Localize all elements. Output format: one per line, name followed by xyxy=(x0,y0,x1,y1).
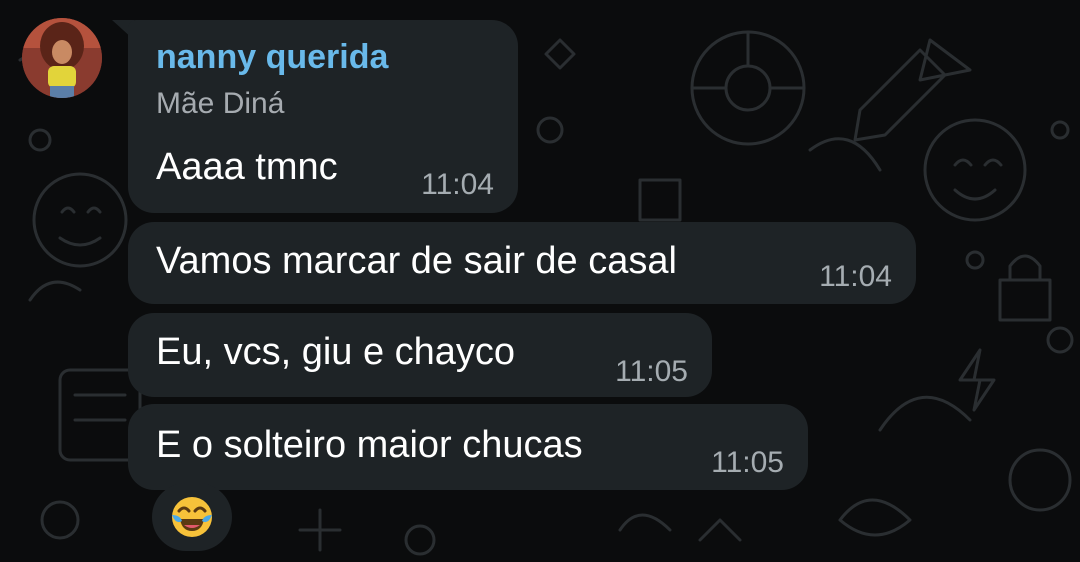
message-time: 11:05 xyxy=(711,446,784,479)
message-text: E o solteiro maior chucas xyxy=(156,424,583,466)
message-bubble[interactable]: E o solteiro maior chucas 11:05 xyxy=(128,404,808,490)
face-with-tears-of-joy-emoji-icon xyxy=(172,497,212,537)
message-bubble[interactable]: Eu, vcs, giu e chayco 11:05 xyxy=(128,313,712,397)
message-time: 11:04 xyxy=(421,168,494,201)
forwarded-from: Mãe Diná xyxy=(156,87,285,120)
message-text: Vamos marcar de sair de casal xyxy=(156,240,677,282)
message-time: 11:04 xyxy=(819,260,892,293)
message-time: 11:05 xyxy=(615,355,688,388)
message-bubble[interactable]: nanny querida Mãe Diná Aaaa tmnc 11:04 xyxy=(128,20,518,213)
message-text: Eu, vcs, giu e chayco xyxy=(156,331,516,373)
message-bubble[interactable]: Vamos marcar de sair de casal 11:04 xyxy=(128,222,916,304)
avatar[interactable] xyxy=(22,18,102,98)
message-text: Aaaa tmnc xyxy=(156,146,338,188)
sender-name[interactable]: nanny querida xyxy=(156,38,388,77)
avatar-image xyxy=(22,18,102,98)
reaction-chip[interactable] xyxy=(152,483,232,551)
